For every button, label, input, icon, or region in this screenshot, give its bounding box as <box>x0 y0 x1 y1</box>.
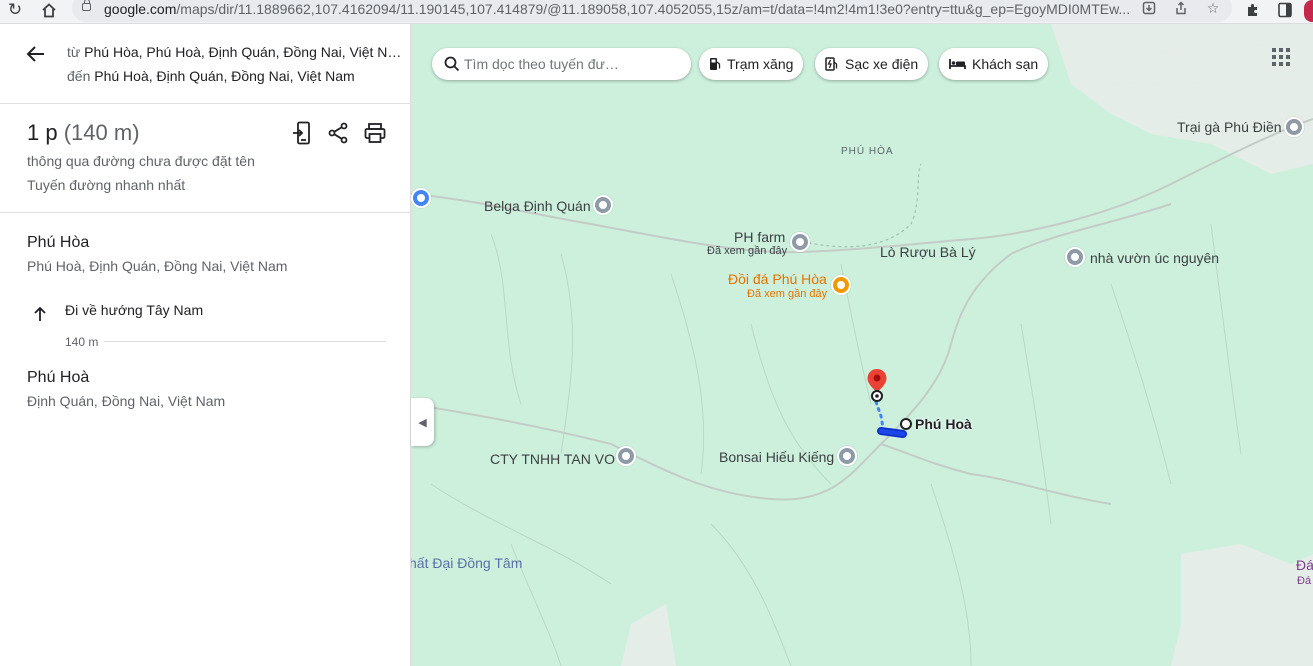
place-doi-da-sub: Đã xem gần đây <box>747 288 828 300</box>
hotel-icon <box>949 58 966 70</box>
place-lo-ruou-label[interactable]: Lò Rượu Bà Lý <box>880 244 976 260</box>
map-canvas[interactable]: Tìm dọc theo tuyến đư… Trạm xăng Sạc xe … <box>411 24 1313 666</box>
place-doi-da-label[interactable]: Đồi đá Phú Hòa <box>728 271 827 287</box>
site-info-icon[interactable] <box>82 0 91 11</box>
search-along-route-input[interactable]: Tìm dọc theo tuyến đư… <box>432 48 691 80</box>
reload-icon[interactable]: ↻ <box>4 0 26 20</box>
place-trai-ga-label[interactable]: Trại gà Phú Điền <box>1177 119 1282 135</box>
place-nha-vuon-marker[interactable] <box>1065 247 1085 267</box>
chip-hotel-label: Khách sạn <box>972 56 1039 72</box>
start-name: Phú Hòa <box>27 234 90 251</box>
place-cty-marker[interactable] <box>616 446 636 466</box>
chip-gas-station-label: Trạm xăng <box>727 56 794 72</box>
place-nha-vuon-label[interactable]: nhà vườn úc nguyên <box>1090 250 1219 266</box>
url-path: /maps/dir/11.1889662,107.4162094/11.1901… <box>176 1 1131 17</box>
end-name: Phú Hoà <box>27 369 90 386</box>
chip-ev-charger[interactable]: Sạc xe điện <box>815 48 929 80</box>
destination-prefix: đến <box>67 68 91 84</box>
destination-text: Phú Hoà, Định Quán, Đồng Nai, Việt Nam <box>94 68 355 84</box>
share-page-icon[interactable] <box>1172 0 1190 17</box>
directions-panel: từ Phú Hòa, Phú Hoà, Định Quán, Đồng Nai… <box>0 24 411 666</box>
panel-divider <box>0 212 411 213</box>
place-bonsai-label[interactable]: Bonsai Hiếu Kiếng <box>719 449 834 465</box>
place-ph-farm-label[interactable]: PH farm <box>734 229 785 245</box>
side-panel-icon[interactable] <box>1275 0 1295 20</box>
origin-line[interactable]: từ Phú Hòa, Phú Hoà, Định Quán, Đồng Nai… <box>67 44 401 60</box>
place-belga-label[interactable]: Belga Định Quán <box>484 198 591 214</box>
gas-station-icon <box>709 57 721 71</box>
start-address: Phú Hoà, Định Quán, Đồng Nai, Việt Nam <box>27 258 288 274</box>
url-host: google.com <box>104 1 177 17</box>
area-phu-hoa-label: PHÚ HÒA <box>841 146 894 157</box>
place-dai-dong-tam-label[interactable]: hất Đại Đồng Tâm <box>411 555 522 571</box>
extensions-puzzle-icon[interactable] <box>1243 0 1263 20</box>
step-separator <box>104 341 386 342</box>
send-to-phone-icon[interactable] <box>289 120 315 146</box>
step-instruction[interactable]: Đi về hướng Tây Nam <box>65 302 203 318</box>
directions-header: từ Phú Hòa, Phú Hoà, Định Quán, Đồng Nai… <box>0 24 411 104</box>
home-icon[interactable] <box>38 0 60 20</box>
browser-toolbar: ↻ google.com/maps/dir/11.1889662,107.416… <box>0 0 1313 24</box>
search-placeholder: Tìm dọc theo tuyến đư… <box>464 56 619 72</box>
chip-ev-charger-label: Sạc xe điện <box>845 56 919 72</box>
route-fastest-label: Tuyến đường nhanh nhất <box>27 177 186 193</box>
url-text: google.com/maps/dir/11.1889662,107.41620… <box>104 1 1134 17</box>
print-icon[interactable] <box>362 120 388 146</box>
address-bar[interactable]: google.com/maps/dir/11.1889662,107.41620… <box>72 0 1232 22</box>
origin-text: Phú Hòa, Phú Hoà, Định Quán, Đồng Nai, V… <box>84 44 402 60</box>
origin-dot-icon[interactable] <box>899 417 913 431</box>
chip-gas-station[interactable]: Trạm xăng <box>699 48 804 80</box>
origin-prefix: từ <box>67 44 81 60</box>
collapse-panel-button[interactable]: ◀ <box>411 398 434 446</box>
place-edge-sub: Đá <box>1297 575 1312 587</box>
bookmark-star-icon[interactable]: ☆ <box>1204 0 1222 17</box>
install-app-icon[interactable] <box>1140 0 1158 17</box>
back-arrow-icon[interactable] <box>24 42 48 66</box>
ev-charger-icon <box>825 57 839 71</box>
profile-avatar[interactable] <box>1304 0 1313 22</box>
place-ph-farm-marker[interactable] <box>790 232 810 252</box>
arrow-up-icon <box>34 306 46 321</box>
destination-pin-icon[interactable] <box>866 368 888 402</box>
share-icon[interactable] <box>325 120 351 146</box>
cafe-marker-icon[interactable] <box>831 275 851 295</box>
end-address: Định Quán, Đồng Nai, Việt Nam <box>27 393 226 409</box>
search-icon <box>444 56 460 72</box>
place-bonsai-marker[interactable] <box>837 446 857 466</box>
shopping-cart-marker-icon[interactable] <box>411 188 431 208</box>
place-cty-label[interactable]: CTY TNHH TAN VO <box>490 451 615 467</box>
destination-line[interactable]: đến Phú Hoà, Định Quán, Đồng Nai, Việt N… <box>67 68 355 84</box>
place-belga-marker[interactable] <box>593 195 613 215</box>
route-duration: 1 p <box>27 120 58 145</box>
chip-hotel[interactable]: Khách sạn <box>939 48 1049 80</box>
step-distance: 140 m <box>65 335 99 349</box>
route-summary: 1 p (140 m) <box>27 120 140 146</box>
place-phu-hoa-label[interactable]: Phú Hoà <box>915 416 972 432</box>
route-via: thông qua đường chưa được đặt tên <box>27 153 255 169</box>
place-ph-farm-sub: Đã xem gần đây <box>707 245 788 257</box>
route-distance: (140 m) <box>63 120 140 145</box>
place-trai-ga-marker[interactable] <box>1284 117 1304 137</box>
apps-grid-icon[interactable] <box>1272 48 1290 66</box>
place-edge-label[interactable]: Đá <box>1296 557 1313 573</box>
